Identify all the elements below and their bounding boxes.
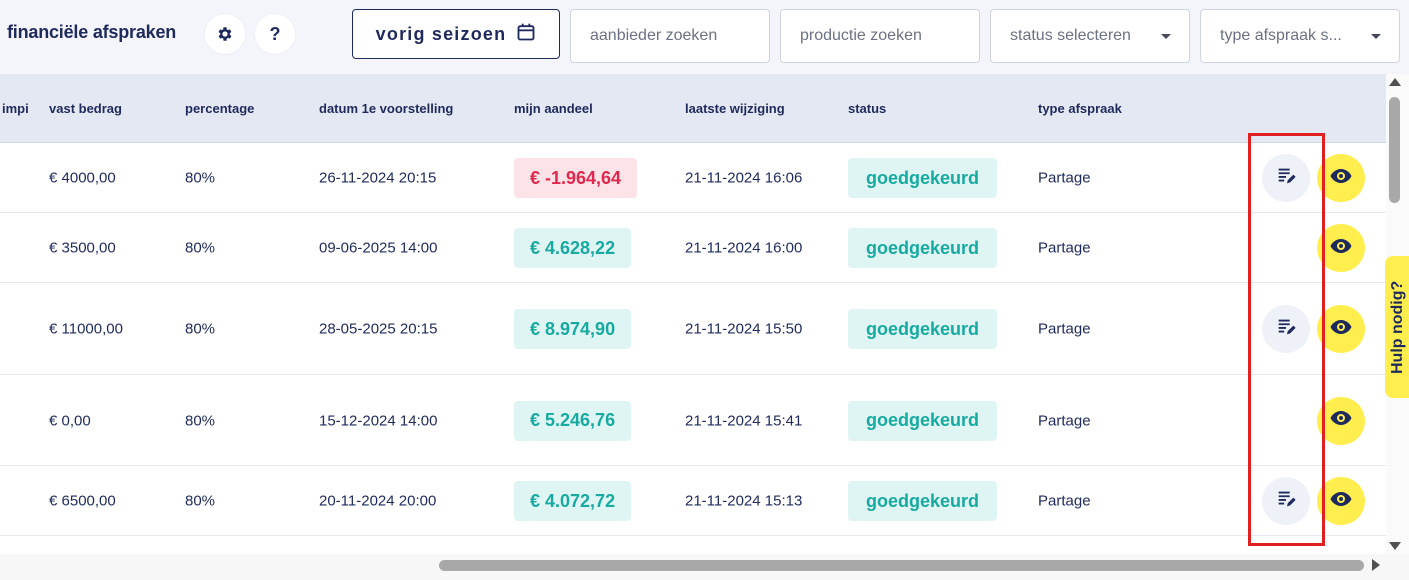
my-share-badge: € 4.072,72 [514, 481, 632, 521]
type-cell: Partage [1038, 239, 1091, 257]
settings-button[interactable] [205, 14, 245, 54]
type-cell: Partage [1038, 320, 1091, 338]
column-header-status[interactable]: status [848, 101, 886, 116]
type-cell: Partage [1038, 412, 1091, 429]
edit-document-icon [1275, 165, 1297, 192]
column-header-percentage[interactable]: percentage [185, 101, 254, 116]
status-badge: goedgekeurd [848, 158, 997, 198]
eye-icon [1329, 487, 1353, 516]
fixed-amount-cell: € 6500,00 [49, 492, 116, 510]
first-show-cell: 20-11-2024 20:00 [319, 492, 437, 510]
view-button[interactable] [1317, 154, 1365, 202]
chevron-down-icon [1371, 34, 1381, 39]
edit-document-icon [1275, 316, 1297, 343]
production-search-input[interactable] [800, 27, 960, 45]
provider-search-input[interactable] [590, 27, 750, 45]
previous-season-button[interactable]: vorig seizoen [352, 9, 560, 59]
chevron-down-icon [1161, 34, 1171, 39]
provider-search-field[interactable] [570, 9, 770, 63]
percentage-cell: 80% [185, 412, 216, 429]
gear-icon [216, 25, 234, 43]
last-change-cell: 21-11-2024 15:13 [685, 492, 803, 510]
table-row[interactable]: € 6500,00 80% 20-11-2024 20:00 € 4.072,72 21… [0, 466, 1386, 536]
status-select-value: status selecteren [1010, 27, 1131, 44]
type-cell: Partage [1038, 492, 1091, 510]
agreements-table: impi vast bedrag percentage datum 1e voo… [0, 74, 1386, 554]
type-select[interactable]: type afspraak s... [1200, 9, 1400, 63]
eye-icon [1329, 406, 1353, 435]
table-row[interactable]: € 3500,00 80% 09-06-2025 14:00 € 4.628,22 21… [0, 213, 1386, 283]
last-change-cell: 21-11-2024 16:00 [685, 239, 803, 257]
previous-season-label: vorig seizoen [375, 23, 507, 44]
scroll-right-icon[interactable] [1372, 559, 1380, 571]
my-share-badge: € 8.974,90 [514, 309, 632, 349]
help-tab[interactable]: Hulp nodig? [1385, 256, 1409, 398]
vertical-scroll-thumb[interactable] [1389, 97, 1400, 203]
first-show-cell: 26-11-2024 20:15 [319, 169, 437, 187]
table-header: impi vast bedrag percentage datum 1e voo… [0, 74, 1386, 143]
percentage-cell: 80% [185, 492, 216, 510]
fixed-amount-cell: € 11000,00 [49, 320, 123, 338]
type-cell: Partage [1038, 169, 1091, 187]
percentage-cell: 80% [185, 169, 216, 187]
first-show-cell: 15-12-2024 14:00 [319, 412, 438, 429]
column-header-type[interactable]: type afspraak [1038, 101, 1122, 116]
status-badge: goedgekeurd [848, 481, 997, 521]
help-button[interactable]: ? [255, 14, 295, 54]
production-search-field[interactable] [780, 9, 980, 63]
column-header-last-change[interactable]: laatste wijziging [685, 101, 785, 116]
view-button[interactable] [1317, 305, 1365, 353]
view-button[interactable] [1317, 396, 1365, 445]
last-change-cell: 21-11-2024 15:50 [685, 320, 803, 338]
scroll-up-icon[interactable] [1389, 78, 1401, 86]
horizontal-scroll-thumb[interactable] [439, 560, 1364, 571]
edit-document-icon [1275, 488, 1297, 515]
column-header-fixed-amount[interactable]: vast bedrag [49, 101, 122, 116]
eye-icon [1329, 164, 1353, 193]
eye-icon [1329, 315, 1353, 344]
view-button[interactable] [1317, 477, 1365, 525]
help-label: ? [269, 23, 281, 44]
toolbar: financiële afspraken ? vorig seizoen sta… [0, 0, 1409, 74]
first-show-cell: 09-06-2025 14:00 [319, 239, 438, 257]
fixed-amount-cell: € 4000,00 [49, 169, 116, 187]
fixed-amount-cell: € 3500,00 [49, 239, 116, 257]
last-change-cell: 21-11-2024 15:41 [685, 412, 803, 429]
status-badge: goedgekeurd [848, 309, 997, 349]
my-share-badge: € -1.964,64 [514, 158, 638, 198]
table-row[interactable]: € 4000,00 80% 26-11-2024 20:15 € -1.964,64 2… [0, 143, 1386, 213]
percentage-cell: 80% [185, 320, 216, 338]
last-change-cell: 21-11-2024 16:06 [685, 169, 803, 187]
column-header-my-share[interactable]: mijn aandeel [514, 101, 593, 116]
table-row[interactable]: € 11000,00 80% 28-05-2025 20:15 € 8.974,90 2… [0, 283, 1386, 375]
page-title: financiële afspraken [7, 22, 177, 42]
edit-button[interactable] [1262, 305, 1310, 353]
status-badge: goedgekeurd [848, 228, 997, 268]
eye-icon [1329, 234, 1353, 263]
column-header-partial[interactable]: impi [2, 101, 29, 116]
type-select-value: type afspraak s... [1220, 27, 1342, 44]
calendar-icon [516, 22, 536, 47]
help-tab-label: Hulp nodig? [1389, 280, 1406, 374]
percentage-cell: 80% [185, 239, 216, 257]
fixed-amount-cell: € 0,00 [49, 412, 91, 429]
status-select[interactable]: status selecteren [990, 9, 1190, 63]
edit-button[interactable] [1262, 477, 1310, 525]
column-header-first-show[interactable]: datum 1e voorstelling [319, 101, 453, 116]
first-show-cell: 28-05-2025 20:15 [319, 320, 438, 338]
edit-button[interactable] [1262, 154, 1310, 202]
status-badge: goedgekeurd [848, 400, 997, 441]
table-row[interactable]: € 0,00 80% 15-12-2024 14:00 € 5.246,76 21-11… [0, 375, 1386, 466]
my-share-badge: € 5.246,76 [514, 400, 632, 441]
view-button[interactable] [1317, 224, 1365, 272]
my-share-badge: € 4.628,22 [514, 228, 632, 268]
scroll-down-icon[interactable] [1389, 542, 1401, 550]
